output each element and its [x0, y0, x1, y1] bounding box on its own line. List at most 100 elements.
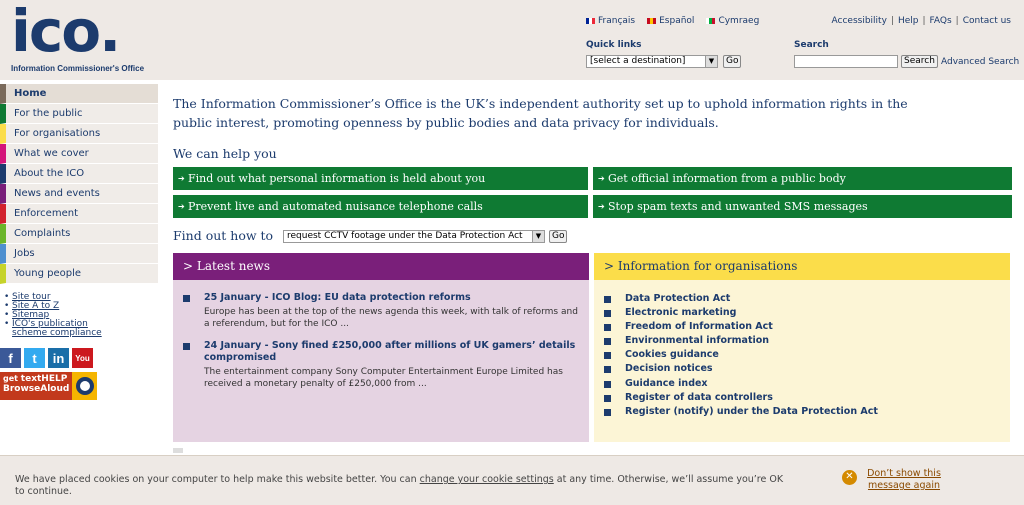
org-info-label: Electronic marketing	[625, 307, 737, 319]
org-info-label: Freedom of Information Act	[625, 321, 773, 333]
cookie-dismiss-link[interactable]: Don’t show this message again	[864, 468, 944, 492]
logo-tagline: Information Commissioner's Office	[11, 64, 145, 73]
bullet-icon	[183, 343, 190, 350]
bullet-icon	[604, 310, 611, 318]
browsealoud-texthelp: textHELP	[20, 374, 68, 384]
advanced-search-link[interactable]: Advanced Search	[941, 57, 1019, 67]
quick-links-select[interactable]: [select a destination] ▼	[586, 55, 718, 68]
sidebar-item-for-the-public[interactable]: For the public	[0, 104, 158, 124]
org-info-link[interactable]: Freedom of Information Act	[604, 320, 878, 334]
latest-news-title[interactable]: > Latest news	[173, 253, 589, 280]
arrow-right-icon: ➔	[178, 202, 185, 211]
separator: |	[890, 16, 894, 26]
bullet-icon	[604, 338, 611, 346]
sidebar-item-news-and-events[interactable]: News and events	[0, 184, 158, 204]
sidebar-item-complaints[interactable]: Complaints	[0, 224, 158, 244]
search-label: Search	[794, 40, 829, 50]
scroll-indicator	[173, 448, 183, 453]
org-info-link[interactable]: Register of data controllers	[604, 391, 878, 405]
search-button[interactable]: Search	[901, 55, 938, 68]
youtube-icon[interactable]: You	[72, 348, 93, 368]
help-title: We can help you	[173, 146, 277, 161]
org-info-label: Decision notices	[625, 363, 713, 375]
intro-text: The Information Commissioner’s Office is…	[173, 96, 908, 130]
separator: |	[922, 16, 926, 26]
org-info-link[interactable]: Environmental information	[604, 334, 878, 348]
cookie-settings-link[interactable]: change your cookie settings	[420, 474, 554, 485]
chevron-down-icon[interactable]: ▼	[532, 231, 544, 242]
news-headline[interactable]: 25 January - ICO Blog: EU data protectio…	[204, 292, 583, 304]
search-input[interactable]	[794, 55, 898, 68]
org-info-link[interactable]: Register (notify) under the Data Protect…	[604, 405, 878, 419]
close-icon[interactable]: ✕	[842, 470, 857, 485]
sidebar-item-jobs[interactable]: Jobs	[0, 244, 158, 264]
org-info-label: Data Protection Act	[625, 293, 731, 304]
separator: |	[955, 16, 959, 26]
side-link-item: ICO's publication scheme compliance	[4, 320, 114, 338]
quick-links-go-button[interactable]: Go	[723, 55, 742, 68]
news-item: 24 January - Sony fined £250,000 after m…	[183, 340, 583, 390]
org-info-label: Register (notify) under the Data Protect…	[625, 405, 878, 417]
org-info-link[interactable]: Guidance index	[604, 377, 878, 391]
faqs-link[interactable]: FAQs	[930, 16, 952, 26]
find-out-value: request CCTV footage under the Data Prot…	[287, 231, 523, 241]
news-summary: Europe has been at the top of the news a…	[204, 307, 578, 329]
org-info-link[interactable]: Cookies guidance	[604, 348, 878, 362]
sidebar-item-enforcement[interactable]: Enforcement	[0, 204, 158, 224]
org-info-title[interactable]: > Information for organisations	[594, 253, 1010, 280]
bullet-icon	[604, 380, 611, 388]
arrow-right-icon: ➔	[598, 174, 605, 183]
help-button-spam-texts[interactable]: ➔ Stop spam texts and unwanted SMS messag…	[593, 195, 1012, 218]
quick-links-value: [select a destination]	[590, 56, 686, 66]
twitter-icon[interactable]: t	[24, 348, 45, 368]
contact-link[interactable]: Contact us	[963, 16, 1011, 26]
language-link[interactable]: Cymraeg	[706, 16, 759, 26]
ico-logo[interactable]: ico. Information Commissioner's Office	[8, 0, 144, 76]
help-link[interactable]: Help	[898, 16, 919, 26]
publication-scheme-link[interactable]: ICO's publication scheme compliance	[12, 319, 102, 338]
bullet-icon	[604, 352, 611, 360]
language-link[interactable]: Français	[586, 16, 635, 26]
browsealoud-text: get textHELP BrowseAloud	[0, 372, 72, 400]
latest-news-panel: > Latest news 25 January - ICO Blog: EU …	[173, 253, 589, 442]
news-headline[interactable]: 24 January - Sony fined £250,000 after m…	[204, 340, 583, 364]
org-info-link[interactable]: Decision notices	[604, 362, 878, 376]
arrow-right-icon: ➔	[178, 174, 185, 183]
browsealoud-button[interactable]: get textHELP BrowseAloud	[0, 372, 97, 400]
chevron-down-icon[interactable]: ▼	[705, 56, 717, 67]
news-item: 25 January - ICO Blog: EU data protectio…	[183, 292, 583, 330]
ring-shape	[75, 377, 94, 395]
cookie-message: We have placed cookies on your computer …	[15, 474, 785, 498]
language-label: Cymraeg	[718, 16, 760, 26]
find-out-go-button[interactable]: Go	[549, 230, 568, 243]
arrow-right-icon: ➔	[598, 202, 605, 211]
logo-wordmark: ico.	[11, 0, 121, 65]
news-summary: The entertainment company Sony Computer …	[204, 367, 563, 389]
find-out-select[interactable]: request CCTV footage under the Data Prot…	[283, 230, 545, 243]
sidebar-item-for-organisations[interactable]: For organisations	[0, 124, 158, 144]
flag-icon	[706, 18, 716, 24]
help-button-official-info[interactable]: ➔ Get official information from a public …	[593, 167, 1012, 190]
language-label: Español	[659, 16, 695, 26]
sidebar-item-what-we-cover[interactable]: What we cover	[0, 144, 158, 164]
org-info-link[interactable]: Data Protection Act	[604, 292, 878, 306]
quick-links-label: Quick links	[586, 40, 642, 50]
accessibility-link[interactable]: Accessibility	[832, 16, 887, 26]
language-label: Français	[598, 16, 636, 26]
help-button-personal-info[interactable]: ➔ Find out what personal information is h…	[173, 167, 588, 190]
sidebar-item-young-people[interactable]: Young people	[0, 264, 158, 284]
org-info-label: Environmental information	[625, 335, 770, 347]
org-info-link[interactable]: Electronic marketing	[604, 306, 878, 320]
org-info-label: Guidance index	[625, 377, 708, 389]
browsealoud-icon	[72, 372, 97, 400]
help-button-nuisance-calls[interactable]: ➔ Prevent live and automated nuisance tel…	[173, 195, 588, 218]
sidebar-item-about-the-ico[interactable]: About the ICO	[0, 164, 158, 184]
org-info-panel: > Information for organisations Data Pro…	[594, 253, 1010, 442]
facebook-icon[interactable]: f	[0, 348, 21, 368]
help-button-label: Stop spam texts and unwanted SMS message…	[608, 200, 868, 213]
flag-icon	[586, 18, 595, 24]
language-link[interactable]: Español	[647, 16, 694, 26]
bullet-icon	[604, 296, 611, 303]
linkedin-icon[interactable]: in	[48, 348, 69, 368]
sidebar-item-home[interactable]: Home	[0, 84, 158, 104]
